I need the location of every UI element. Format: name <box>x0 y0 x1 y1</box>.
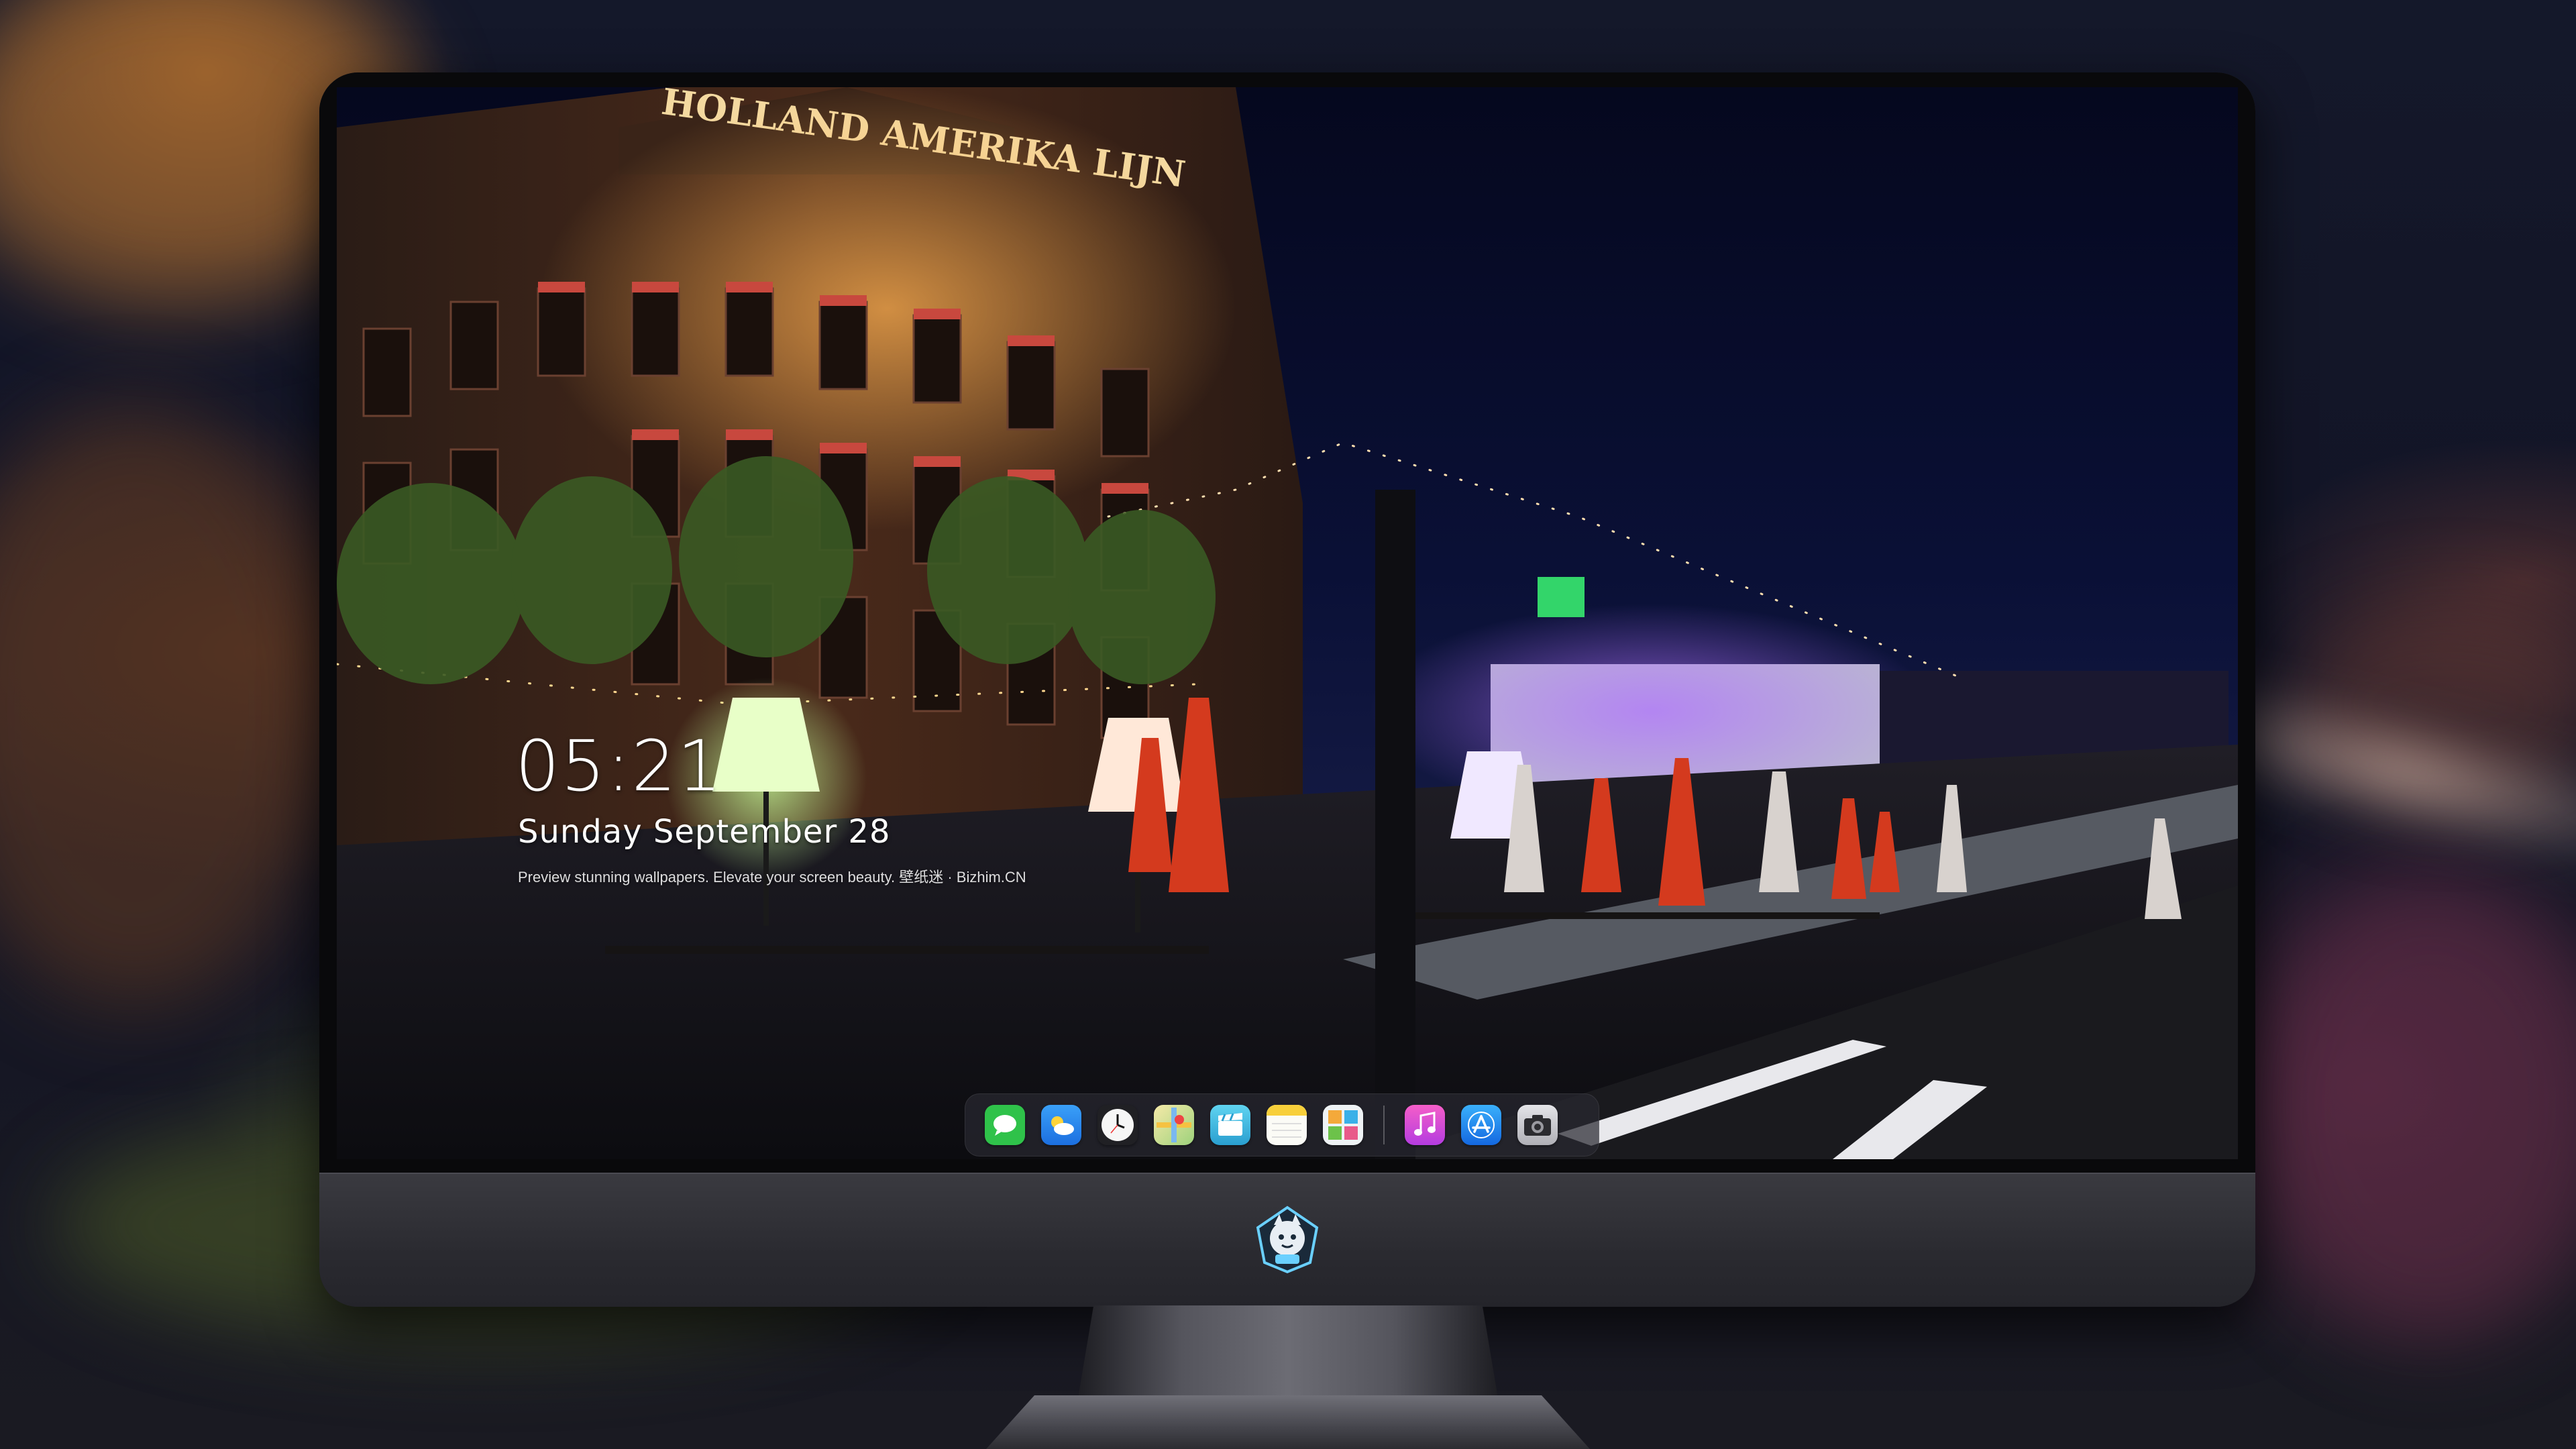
monitor-stand-neck <box>1077 1305 1499 1406</box>
weather-icon[interactable] <box>1041 1105 1081 1145</box>
monitor-stand-base <box>986 1395 1590 1449</box>
mascot-logo-icon <box>1256 1205 1319 1274</box>
app-store-icon[interactable] <box>1461 1105 1501 1145</box>
photos-icon[interactable] <box>1323 1105 1363 1145</box>
monitor-chin <box>319 1173 2255 1307</box>
lock-date: Sunday September 28 <box>518 813 891 851</box>
maps-icon[interactable] <box>1154 1105 1194 1145</box>
wallpaper: HOLLAND AMERIKA LIJN <box>337 87 2238 1159</box>
wallpaper-caption: Preview stunning wallpapers. Elevate you… <box>518 869 1026 885</box>
messages-icon[interactable] <box>985 1105 1025 1145</box>
dock-separator <box>1383 1106 1385 1144</box>
monitor: HOLLAND AMERIKA LIJN <box>319 72 2255 1307</box>
clock-icon[interactable] <box>1097 1105 1138 1145</box>
dock <box>965 1093 1599 1157</box>
lock-time: 05:21 <box>515 725 723 807</box>
screen: HOLLAND AMERIKA LIJN <box>337 87 2238 1159</box>
lock-screen-info: 05:21 Sunday September 28 Preview stunni… <box>515 725 1026 887</box>
notes-icon[interactable] <box>1267 1105 1307 1145</box>
music-icon[interactable] <box>1405 1105 1445 1145</box>
clips-icon[interactable] <box>1210 1105 1250 1145</box>
camera-icon[interactable] <box>1517 1105 1558 1145</box>
